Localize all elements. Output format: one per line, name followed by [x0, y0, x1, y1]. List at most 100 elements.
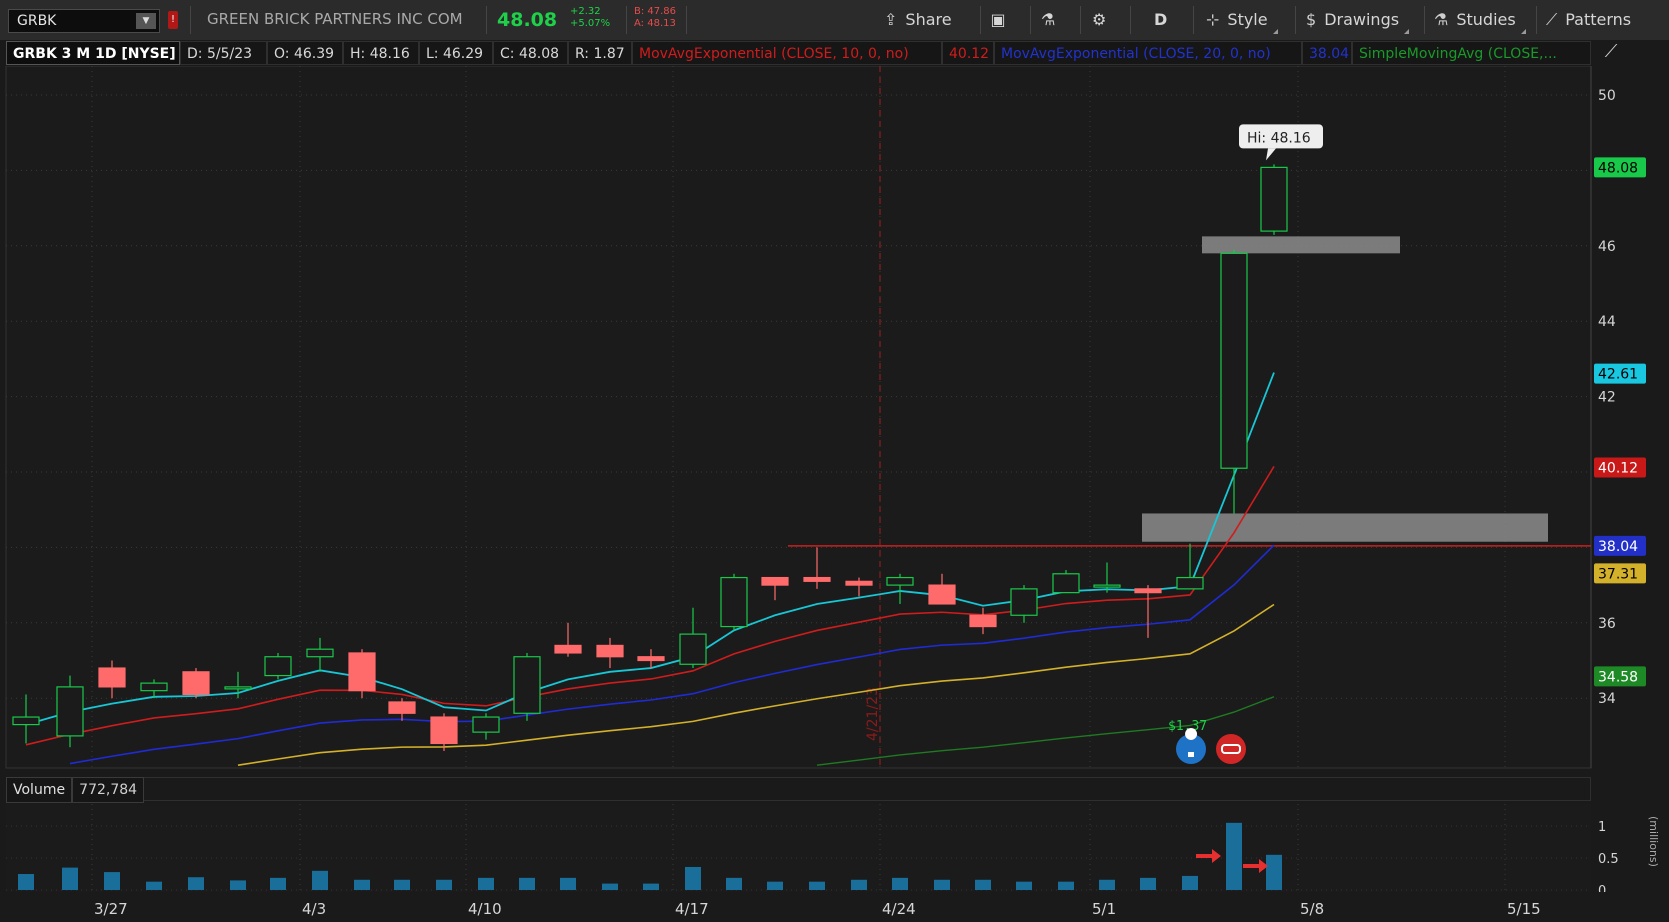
candle-down[interactable]: [761, 576, 789, 586]
volume-bar[interactable]: [726, 877, 742, 890]
candle-up[interactable]: [264, 656, 292, 677]
volume-bar[interactable]: [767, 881, 783, 890]
volume-bar[interactable]: [146, 881, 162, 890]
volume-bar[interactable]: [1016, 881, 1032, 890]
divider: [1080, 6, 1081, 34]
volume-bar[interactable]: [892, 877, 908, 890]
candle-up[interactable]: [1093, 584, 1121, 588]
candle-up[interactable]: [12, 716, 40, 726]
candle-up[interactable]: [140, 682, 168, 692]
volume-bar[interactable]: [18, 874, 34, 890]
candle-up[interactable]: [472, 716, 500, 733]
candle-up[interactable]: [56, 686, 84, 737]
aggregation-button[interactable]: D: [1154, 0, 1167, 40]
range-value: R: 1.87: [568, 41, 632, 65]
candle-up[interactable]: [720, 576, 748, 628]
divider: [1536, 6, 1537, 34]
y-tick-label: 44: [1598, 314, 1616, 330]
share-label: Share: [905, 10, 952, 29]
candle-down[interactable]: [637, 656, 665, 662]
volume-bar[interactable]: [643, 883, 659, 890]
volume-bar[interactable]: [1226, 822, 1242, 890]
flask-button[interactable]: ⚗: [1041, 0, 1055, 40]
ema20-label[interactable]: MovAvgExponential (CLOSE, 20, 0, no): [994, 41, 1302, 65]
candle-down[interactable]: [430, 716, 458, 745]
volume-bar[interactable]: [230, 880, 246, 890]
snapshot-button[interactable]: ▣: [988, 0, 1008, 40]
settings-button[interactable]: ⚙: [1092, 0, 1106, 40]
price-chart[interactable]: 3436384042444648504/21/23Hi: 48.16$1.374…: [0, 66, 1669, 770]
candle-down[interactable]: [803, 576, 831, 582]
ema10-label[interactable]: MovAvgExponential (CLOSE, 10, 0, no): [632, 41, 942, 65]
volume-bar[interactable]: [188, 877, 204, 890]
session-marker-label: 4/21/23: [865, 687, 881, 741]
candle-up[interactable]: [306, 648, 334, 658]
chevron-down-icon[interactable]: ▼: [136, 13, 156, 29]
alert-icon[interactable]: !: [168, 11, 178, 29]
drawings-label: Drawings: [1324, 10, 1400, 29]
candle-up[interactable]: [513, 656, 541, 714]
chart-title[interactable]: GRBK 3 M 1D [NYSE]: [6, 41, 180, 65]
chart-settings-icon[interactable]: ⟋: [1597, 41, 1625, 65]
candle-down[interactable]: [388, 701, 416, 714]
x-tick-label: 5/8: [1300, 900, 1325, 918]
share-button[interactable]: ⇪ Share: [884, 0, 952, 40]
price-zone-upper[interactable]: [1202, 236, 1400, 254]
volume-plot-area[interactable]: [6, 804, 1591, 892]
style-button[interactable]: ⊹ Style: [1206, 0, 1278, 40]
volume-bar[interactable]: [1058, 881, 1074, 890]
volume-bar[interactable]: [1182, 875, 1198, 890]
volume-bar[interactable]: [1140, 877, 1156, 890]
x-tick-label: 4/24: [882, 900, 916, 918]
volume-bar[interactable]: [478, 877, 494, 890]
chart-info-bar: GRBK 3 M 1D [NYSE] D: 5/5/23 O: 46.39 H:…: [6, 41, 1591, 65]
candle-up[interactable]: [1260, 166, 1288, 232]
volume-bar[interactable]: [62, 867, 78, 890]
volume-bar[interactable]: [394, 879, 410, 890]
candle-up[interactable]: [224, 686, 252, 690]
volume-bar[interactable]: [1266, 854, 1282, 890]
volume-bar[interactable]: [934, 879, 950, 890]
volume-bar[interactable]: [354, 879, 370, 890]
candle-down[interactable]: [182, 671, 210, 696]
candle-down[interactable]: [928, 584, 956, 605]
candle-down[interactable]: [596, 644, 624, 658]
phone-icon[interactable]: [1216, 734, 1246, 764]
volume-bar[interactable]: [312, 870, 328, 890]
volume-bar[interactable]: [809, 881, 825, 890]
volume-bar[interactable]: [602, 883, 618, 890]
candle-down[interactable]: [1134, 588, 1162, 594]
symbol-input[interactable]: GRBK ▼: [8, 9, 160, 33]
volume-chart[interactable]: 10.50: [0, 804, 1669, 892]
volume-tick-label: 1: [1598, 820, 1606, 835]
volume-bar[interactable]: [560, 877, 576, 890]
volume-bar[interactable]: [685, 866, 701, 890]
plot-area[interactable]: [5, 66, 1592, 769]
volume-bar[interactable]: [975, 879, 991, 890]
candle-up[interactable]: [1220, 252, 1248, 469]
candle-up[interactable]: [1176, 576, 1204, 590]
symbol-text[interactable]: GRBK: [17, 13, 56, 29]
candle-down[interactable]: [554, 644, 582, 654]
x-axis: 3/27 4/3 4/10 4/17 4/24 5/1 5/8 5/15: [0, 892, 1669, 922]
candle-down[interactable]: [98, 667, 126, 688]
volume-bar[interactable]: [436, 879, 452, 890]
candle-up[interactable]: [1010, 588, 1038, 616]
drawings-button[interactable]: $ Drawings: [1306, 0, 1410, 40]
price-zone-lower[interactable]: [1142, 513, 1548, 542]
volume-bar[interactable]: [851, 879, 867, 890]
volume-bar[interactable]: [104, 872, 120, 890]
candle-up[interactable]: [1052, 573, 1080, 594]
studies-button[interactable]: ⚗ Studies: [1434, 0, 1526, 40]
candle-down[interactable]: [969, 614, 997, 628]
sma-label[interactable]: SimpleMovingAvg (CLOSE,...: [1352, 41, 1591, 65]
x-tick-label: 5/15: [1507, 900, 1541, 918]
candle-down[interactable]: [845, 580, 873, 586]
volume-bar[interactable]: [270, 877, 286, 890]
candle-up[interactable]: [886, 576, 914, 586]
candle-down[interactable]: [348, 652, 376, 692]
volume-bar[interactable]: [1099, 879, 1115, 890]
candle-up[interactable]: [679, 633, 707, 665]
volume-bar[interactable]: [519, 877, 535, 890]
patterns-button[interactable]: ⟋ Patterns: [1546, 0, 1631, 40]
